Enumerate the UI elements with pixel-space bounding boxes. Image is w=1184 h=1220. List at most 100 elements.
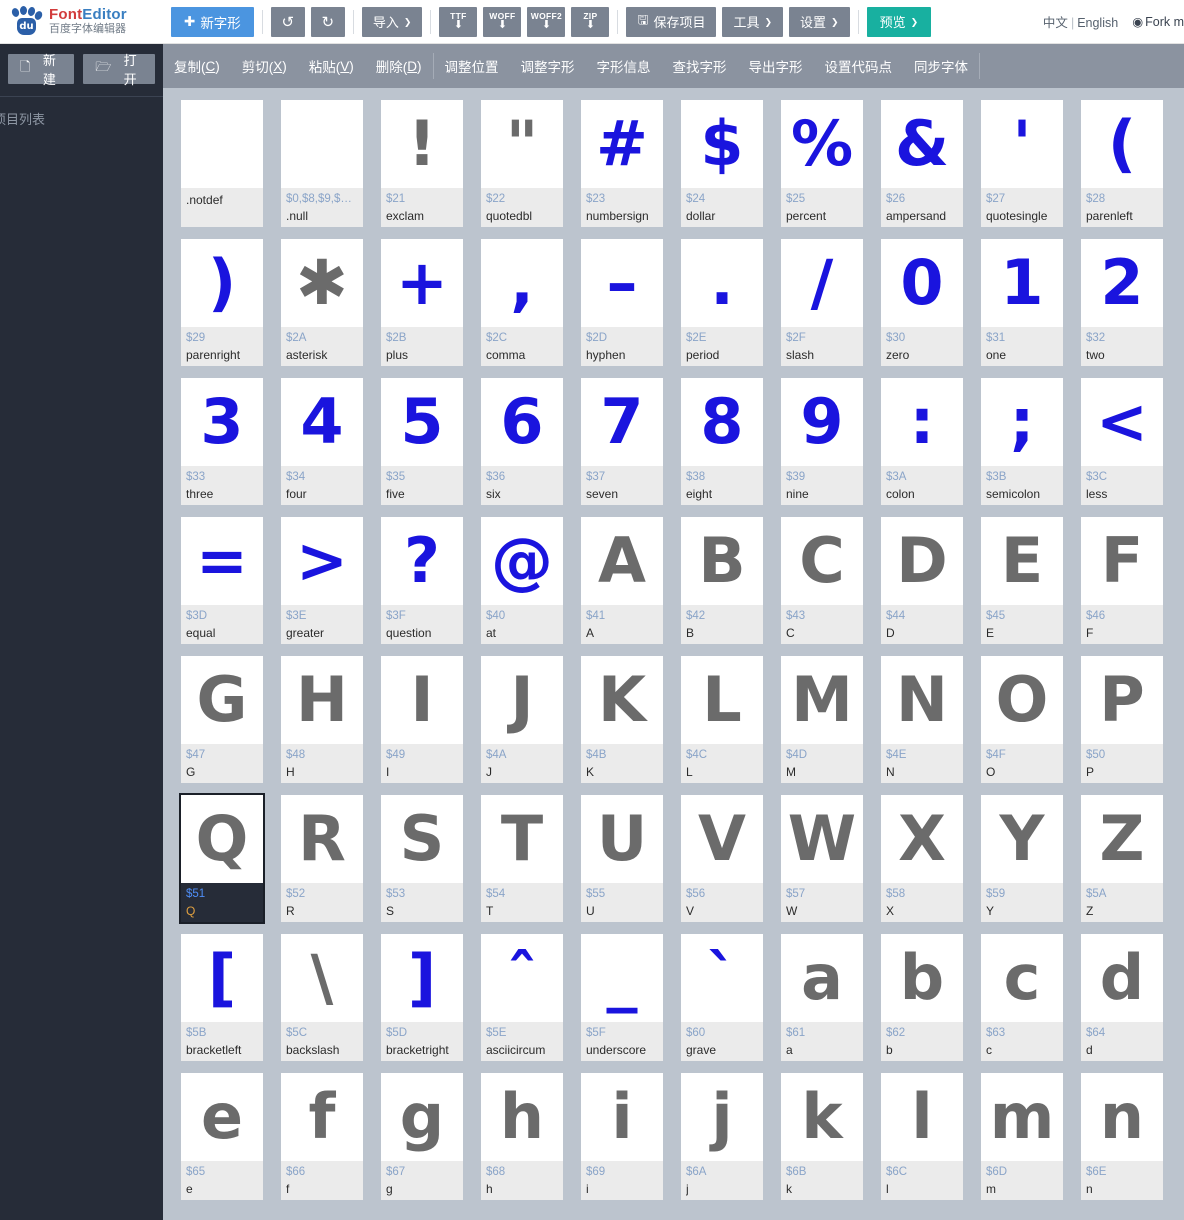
glyph-cell[interactable]: L $4C L — [681, 656, 781, 795]
glyph-cell[interactable]: G $47 G — [181, 656, 281, 795]
undo-button[interactable]: ↺ — [270, 6, 305, 37]
menu-item-glyph-7[interactable]: 同步字体 — [903, 44, 979, 88]
glyph-cell[interactable]: 0 $30 zero — [881, 239, 981, 378]
glyph-cell[interactable]: 1 $31 one — [981, 239, 1081, 378]
glyph-cell[interactable]: + $2B plus — [381, 239, 481, 378]
glyph-cell[interactable]: g $67 g — [381, 1073, 481, 1212]
glyph-cell[interactable]: b $62 b — [881, 934, 981, 1073]
import-button[interactable]: 导入 ❯ — [361, 6, 423, 37]
glyph-cell[interactable]: f $66 f — [281, 1073, 381, 1212]
new-project-button[interactable]: 🗋 新建 — [8, 53, 75, 87]
glyph-cell[interactable]: d $64 d — [1081, 934, 1181, 1073]
glyph-cell[interactable]: B $42 B — [681, 517, 781, 656]
menu-item-glyph-5[interactable]: 导出字形 — [738, 44, 814, 88]
glyph-cell[interactable]: m $6D m — [981, 1073, 1081, 1212]
glyph-grid-panel[interactable]: .notdef $0,$8,$9,$1… .null! $21 exclam " $22 qu… — [163, 88, 1184, 1220]
glyph-cell[interactable]: T $54 T — [481, 795, 581, 934]
glyph-cell[interactable]: ($28 parenleft — [1081, 100, 1181, 239]
glyph-cell[interactable]: ˆ $5E asciicircum — [481, 934, 581, 1073]
glyph-cell[interactable]: F $46 F — [1081, 517, 1181, 656]
glyph-cell[interactable]: _ $5F underscore — [581, 934, 681, 1073]
glyph-cell[interactable]: R $52 R — [281, 795, 381, 934]
glyph-cell[interactable]: M $4D M — [781, 656, 881, 795]
export-woff2-button[interactable]: WOFF2 ⬇ — [527, 6, 566, 37]
glyph-cell[interactable]: Q $51 Q — [179, 793, 281, 934]
glyph-cell[interactable]: / $2F slash — [781, 239, 881, 378]
glyph-cell[interactable]: a $61 a — [781, 934, 881, 1073]
glyph-cell[interactable]: [$5B bracketleft — [181, 934, 281, 1073]
glyph-cell[interactable]: – $2D hyphen — [581, 239, 681, 378]
glyph-cell[interactable]: 2 $32 two — [1081, 239, 1181, 378]
menu-item-glyph-2[interactable]: 调整字形 — [510, 44, 586, 88]
menu-item-glyph-1[interactable]: 调整位置 — [434, 44, 510, 88]
open-project-button[interactable]: 🗁 打开 — [83, 53, 155, 87]
glyph-cell[interactable]: ✱ $2A asterisk — [281, 239, 381, 378]
menu-item-glyph-3[interactable]: 字形信息 — [586, 44, 662, 88]
export-zip-button[interactable]: ZIP ⬇ — [571, 6, 610, 37]
glyph-cell[interactable]: " $22 quotedbl — [481, 100, 581, 239]
glyph-cell[interactable]: E $45 E — [981, 517, 1081, 656]
glyph-cell[interactable]: h $68 h — [481, 1073, 581, 1212]
menu-item-edit-1[interactable]: 复制(C) — [163, 44, 231, 88]
glyph-cell[interactable]: $0,$8,$9,$1… .null — [281, 100, 381, 239]
glyph-cell[interactable]: U $55 U — [581, 795, 681, 934]
glyph-cell[interactable]: , $2C comma — [481, 239, 581, 378]
glyph-cell[interactable]: 9 $39 nine — [781, 378, 881, 517]
preview-button[interactable]: 预览 ❯ — [866, 6, 932, 37]
glyph-cell[interactable]: l $6C l — [881, 1073, 981, 1212]
glyph-cell[interactable]: 4 $34 four — [281, 378, 381, 517]
glyph-cell[interactable]: ` $60 grave — [681, 934, 781, 1073]
glyph-cell[interactable]: ; $3B semicolon — [981, 378, 1081, 517]
glyph-cell[interactable]: = $3D equal — [181, 517, 281, 656]
glyph-cell[interactable]: Y $59 Y — [981, 795, 1081, 934]
glyph-cell[interactable]: 7 $37 seven — [581, 378, 681, 517]
menu-item-glyph-4[interactable]: 查找字形 — [662, 44, 738, 88]
glyph-cell[interactable]: : $3A colon — [881, 378, 981, 517]
menu-item-edit-4[interactable]: 删除(D) — [365, 44, 433, 88]
glyph-cell[interactable]: P $50 P — [1081, 656, 1181, 795]
glyph-cell[interactable]: 3 $33 three — [181, 378, 281, 517]
glyph-cell[interactable]: i $69 i — [581, 1073, 681, 1212]
glyph-cell[interactable]: @ $40 at — [481, 517, 581, 656]
glyph-cell[interactable]: ] $5D bracketright — [381, 934, 481, 1073]
glyph-cell[interactable]: O $4F O — [981, 656, 1081, 795]
glyph-cell[interactable]: ! $21 exclam — [381, 100, 481, 239]
glyph-cell[interactable]: % $25 percent — [781, 100, 881, 239]
glyph-cell[interactable]: Z $5A Z — [1081, 795, 1181, 934]
fork-on-github-link[interactable]: ◉ Fork m — [1132, 14, 1184, 30]
redo-button[interactable]: ↻ — [310, 6, 345, 37]
new-glyph-button[interactable]: ✚ 新字形 — [171, 6, 254, 37]
glyph-cell[interactable]: A $41 A — [581, 517, 681, 656]
glyph-cell[interactable]: ' $27 quotesingle — [981, 100, 1081, 239]
glyph-cell[interactable]: j $6A j — [681, 1073, 781, 1212]
glyph-cell[interactable]: C $43 C — [781, 517, 881, 656]
glyph-cell[interactable]: c $63 c — [981, 934, 1081, 1073]
glyph-cell[interactable]: n $6E n — [1081, 1073, 1181, 1212]
glyph-cell[interactable]: I $49 I — [381, 656, 481, 795]
glyph-cell[interactable]: S $53 S — [381, 795, 481, 934]
glyph-cell[interactable]: J $4A J — [481, 656, 581, 795]
glyph-cell[interactable]: & $26 ampersand — [881, 100, 981, 239]
glyph-cell[interactable]: X $58 X — [881, 795, 981, 934]
glyph-cell[interactable]: 6 $36 six — [481, 378, 581, 517]
glyph-cell[interactable]: N $4E N — [881, 656, 981, 795]
glyph-cell[interactable]: \ $5C backslash — [281, 934, 381, 1073]
export-ttf-button[interactable]: TTF ⬇ — [439, 6, 478, 37]
menu-item-glyph-6[interactable]: 设置代码点 — [814, 44, 904, 88]
menu-item-edit-2[interactable]: 剪切(X) — [231, 44, 298, 88]
menu-item-edit-3[interactable]: 粘贴(V) — [298, 44, 365, 88]
glyph-cell[interactable]: V $56 V — [681, 795, 781, 934]
settings-button[interactable]: 设置 ❯ — [789, 6, 850, 37]
glyph-cell[interactable]: D $44 D — [881, 517, 981, 656]
glyph-cell[interactable]: $ $24 dollar — [681, 100, 781, 239]
glyph-cell[interactable]: > $3E greater — [281, 517, 381, 656]
glyph-cell[interactable]: .notdef — [181, 100, 281, 239]
lang-chinese-link[interactable]: 中文 — [1043, 16, 1068, 30]
glyph-cell[interactable]: k $6B k — [781, 1073, 881, 1212]
glyph-cell[interactable]: . $2E period — [681, 239, 781, 378]
lang-english-link[interactable]: English — [1077, 16, 1118, 30]
glyph-cell[interactable]: 8 $38 eight — [681, 378, 781, 517]
glyph-cell[interactable]: e $65 e — [181, 1073, 281, 1212]
glyph-cell[interactable]: ) $29 parenright — [181, 239, 281, 378]
glyph-cell[interactable]: K $4B K — [581, 656, 681, 795]
